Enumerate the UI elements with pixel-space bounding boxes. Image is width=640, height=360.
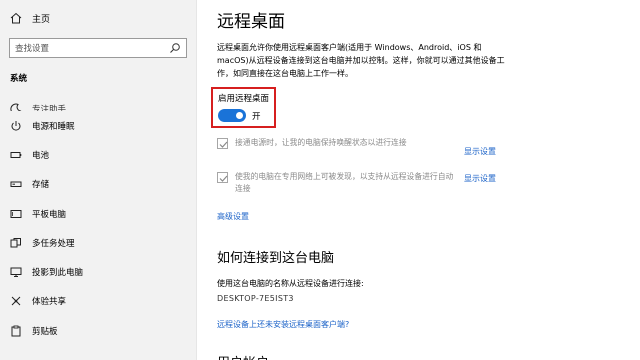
remote-desktop-toggle[interactable]	[218, 109, 246, 122]
power-icon	[10, 120, 22, 132]
sidebar-item-label: 剪贴板	[32, 326, 58, 337]
page-title: 远程桌面	[217, 12, 285, 32]
sidebar-item-label: 电池	[32, 150, 50, 161]
sidebar-item-label: 投影到此电脑	[32, 268, 84, 279]
sidebar: 主页 查找设置 系统 专注助手 电源和睡眠 电池 存储 平板电脑 多任务处理 投…	[0, 0, 196, 360]
sidebar-item-clipboard[interactable]: 剪贴板	[0, 316, 196, 345]
moon-icon	[10, 103, 22, 111]
keep-awake-checkbox[interactable]	[217, 138, 228, 149]
sidebar-divider	[196, 0, 197, 360]
tablet-icon	[10, 208, 22, 220]
sidebar-item-power-sleep[interactable]: 电源和睡眠	[0, 111, 196, 140]
show-settings-link-2[interactable]: 显示设置	[464, 173, 496, 184]
share-icon	[10, 295, 22, 307]
search-icon[interactable]	[169, 42, 181, 54]
sidebar-item-project-to-pc[interactable]: 投影到此电脑	[0, 257, 196, 286]
sidebar-item-label: 存储	[32, 180, 50, 191]
advanced-settings-link[interactable]: 高级设置	[217, 211, 249, 222]
multitask-icon	[10, 237, 22, 249]
connect-heading: 如何连接到这台电脑	[217, 251, 335, 266]
home-label: 主页	[32, 14, 51, 25]
battery-icon	[10, 149, 22, 161]
checkmark-icon	[219, 175, 228, 182]
search-placeholder: 查找设置	[15, 44, 50, 54]
remote-desktop-toggle-label: 启用远程桌面	[218, 94, 270, 104]
home-icon	[10, 12, 22, 24]
sidebar-nav: 专注助手 电源和睡眠 电池 存储 平板电脑 多任务处理 投影到此电脑 体验共享 …	[0, 88, 196, 345]
keep-awake-text: 接通电源时，让我的电脑保持唤醒状态以进行连接	[235, 138, 407, 147]
search-input[interactable]: 查找设置	[9, 38, 187, 58]
sidebar-item-label: 平板电脑	[32, 209, 67, 220]
sidebar-item-multitasking[interactable]: 多任务处理	[0, 228, 196, 257]
toggle-state-text: 开	[252, 112, 261, 122]
sidebar-item-tablet[interactable]: 平板电脑	[0, 199, 196, 228]
clipboard-icon	[10, 325, 22, 337]
page-description: 远程桌面允许你使用远程桌面客户端(适用于 Windows、Android、iOS…	[217, 43, 505, 78]
sidebar-item-storage[interactable]: 存储	[0, 170, 196, 199]
connect-description: 使用这台电脑的名称从远程设备进行连接:	[217, 279, 364, 288]
section-title-system: 系统	[10, 74, 28, 84]
checkmark-icon	[219, 141, 228, 148]
discoverable-checkbox[interactable]	[217, 172, 228, 183]
client-not-installed-link[interactable]: 远程设备上还未安装远程桌面客户端?	[217, 319, 349, 330]
sidebar-item-label: 多任务处理	[32, 238, 75, 249]
sidebar-item-label: 专注助手	[32, 105, 67, 111]
sidebar-item-label: 电源和睡眠	[32, 121, 75, 132]
pc-name: DESKTOP-7E5IST3	[217, 294, 294, 303]
discoverable-text: 使我的电脑在专用网络上可被发现，以支持从远程设备进行自动连接	[235, 172, 454, 193]
home-nav-item[interactable]: 主页	[10, 10, 50, 26]
show-settings-link-1[interactable]: 显示设置	[464, 146, 496, 157]
sidebar-item-label: 体验共享	[32, 297, 67, 308]
project-icon	[10, 266, 22, 278]
sidebar-item-focus-assist[interactable]: 专注助手	[0, 88, 196, 111]
storage-icon	[10, 178, 22, 190]
toggle-knob	[236, 112, 243, 119]
sidebar-item-shared-experiences[interactable]: 体验共享	[0, 287, 196, 316]
user-accounts-heading: 用户帐户	[217, 352, 269, 360]
sidebar-item-battery[interactable]: 电池	[0, 140, 196, 169]
